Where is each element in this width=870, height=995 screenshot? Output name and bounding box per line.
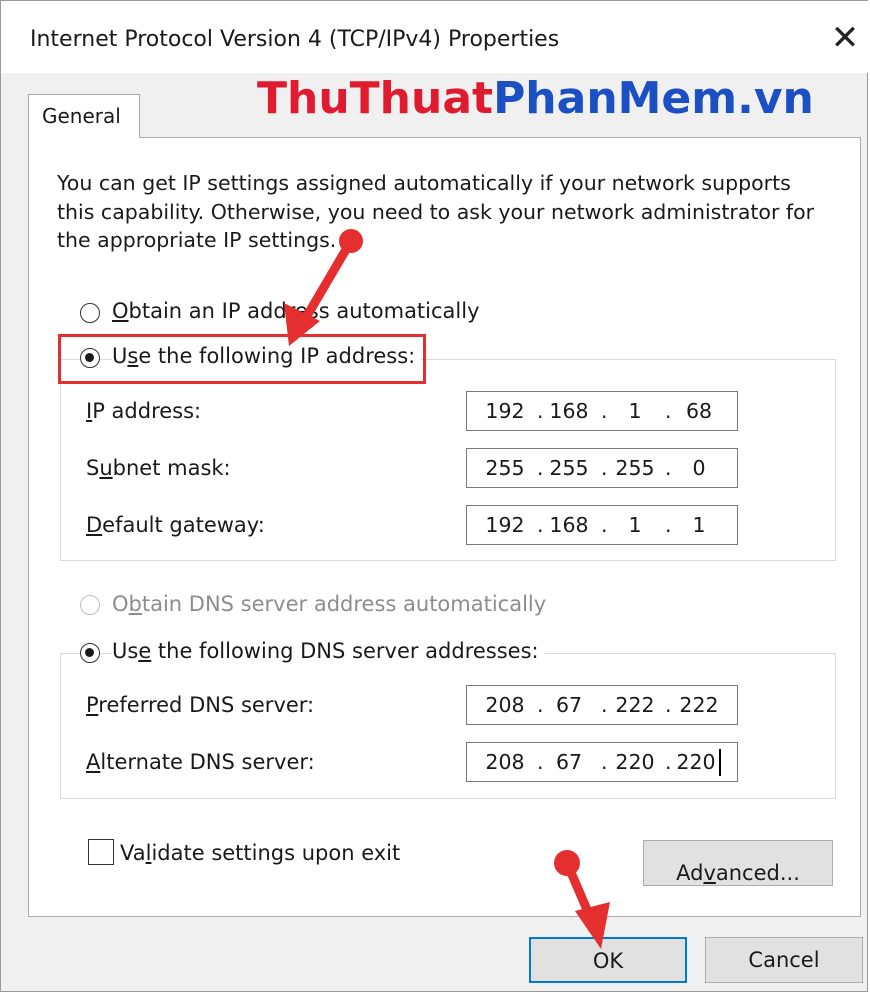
annotation-arrow-ip [284,229,363,346]
tcp-ipv4-properties-dialog: Internet Protocol Version 4 (TCP/IPv4) P… [0,0,869,992]
annotation-arrow-ok [554,850,610,949]
tab-general-label: General [42,104,121,128]
tab-general[interactable]: General [28,94,140,138]
annotation-arrows [284,229,610,949]
